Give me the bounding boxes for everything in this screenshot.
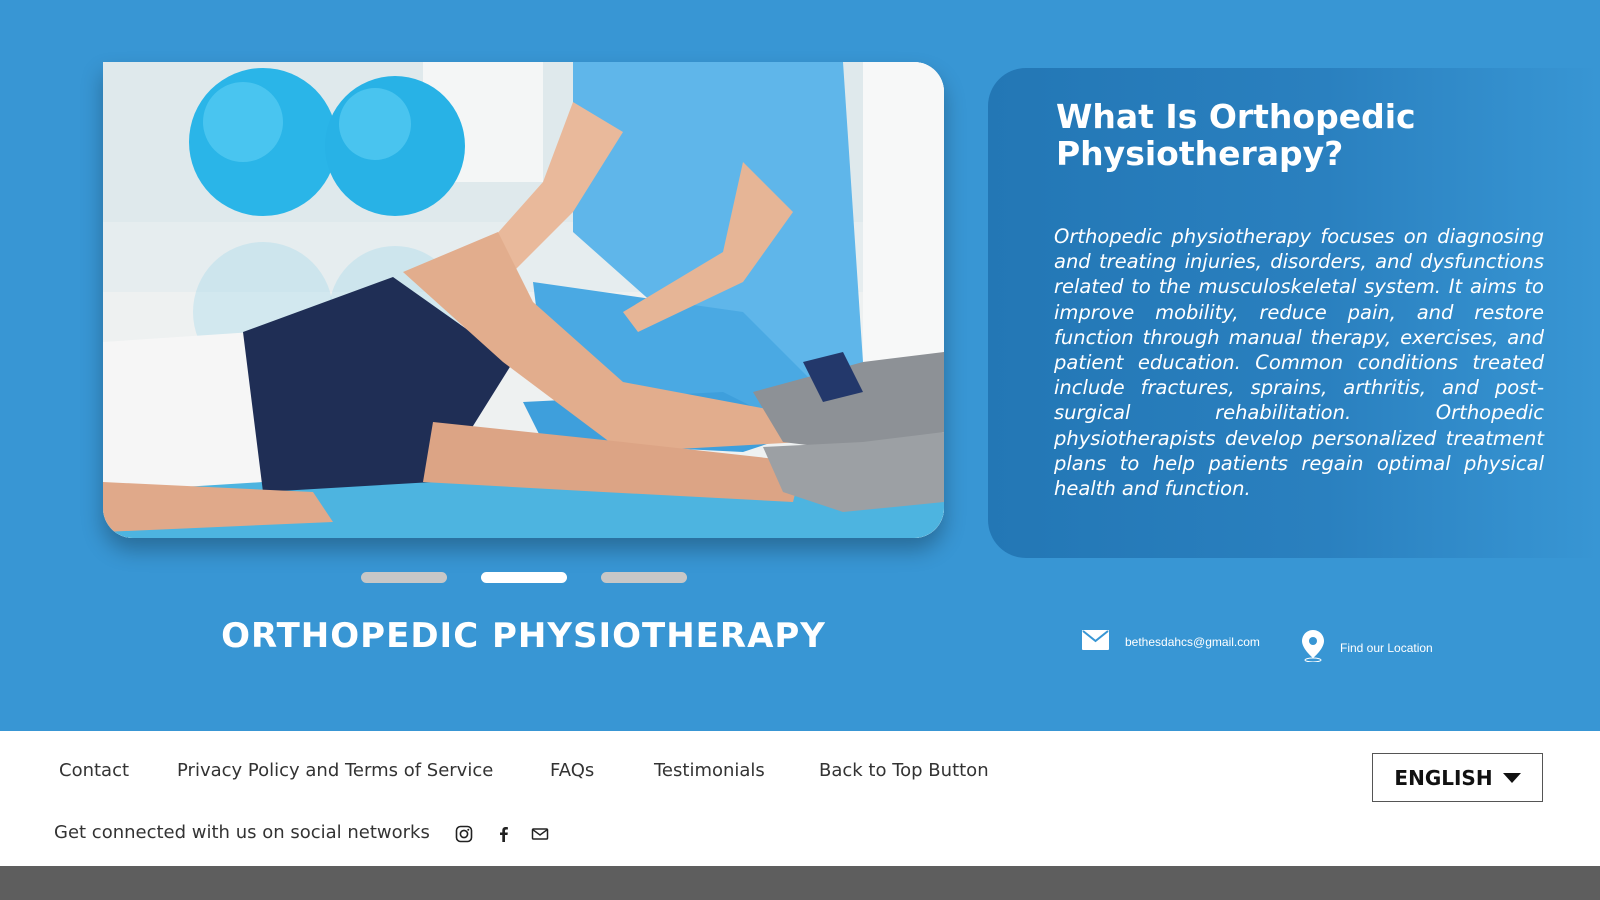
physiotherapy-photo [103, 62, 944, 538]
info-title: What Is Orthopedic Physiotherapy? [1056, 97, 1416, 173]
carousel-slide-image[interactable] [103, 62, 944, 538]
social-text: Get connected with us on social networks [54, 822, 430, 843]
carousel-dot-2[interactable] [481, 572, 567, 583]
contact-location-text: Find our Location [1340, 640, 1433, 655]
info-description: Orthopedic physiotherapy focuses on diag… [1054, 225, 1544, 501]
facebook-icon[interactable] [495, 825, 513, 843]
contact-location[interactable]: Find our Location [1302, 630, 1433, 665]
footer-link-back-to-top[interactable]: Back to Top Button [819, 760, 989, 781]
carousel-dot-1[interactable] [361, 572, 447, 583]
carousel-indicators [361, 572, 687, 583]
mail-icon[interactable] [531, 825, 549, 843]
footer-link-contact[interactable]: Contact [59, 760, 129, 781]
carousel-dot-3[interactable] [601, 572, 687, 583]
language-selector[interactable]: ENGLISH [1372, 753, 1543, 802]
footer-link-testimonials[interactable]: Testimonials [654, 760, 765, 781]
contact-email[interactable]: bethesdahcs@gmail.com [1082, 630, 1260, 653]
instagram-icon[interactable] [455, 825, 473, 843]
mail-icon [1082, 630, 1109, 653]
footer-link-privacy[interactable]: Privacy Policy and Terms of Service [177, 760, 493, 781]
service-title: ORTHOPEDIC PHYSIOTHERAPY [221, 616, 826, 656]
bottom-bar [0, 866, 1600, 900]
language-label: ENGLISH [1394, 765, 1493, 790]
map-pin-icon [1302, 630, 1324, 665]
footer [0, 731, 1600, 866]
chevron-down-icon [1502, 772, 1521, 783]
footer-link-faqs[interactable]: FAQs [550, 760, 594, 781]
contact-email-text: bethesdahcs@gmail.com [1125, 634, 1260, 649]
